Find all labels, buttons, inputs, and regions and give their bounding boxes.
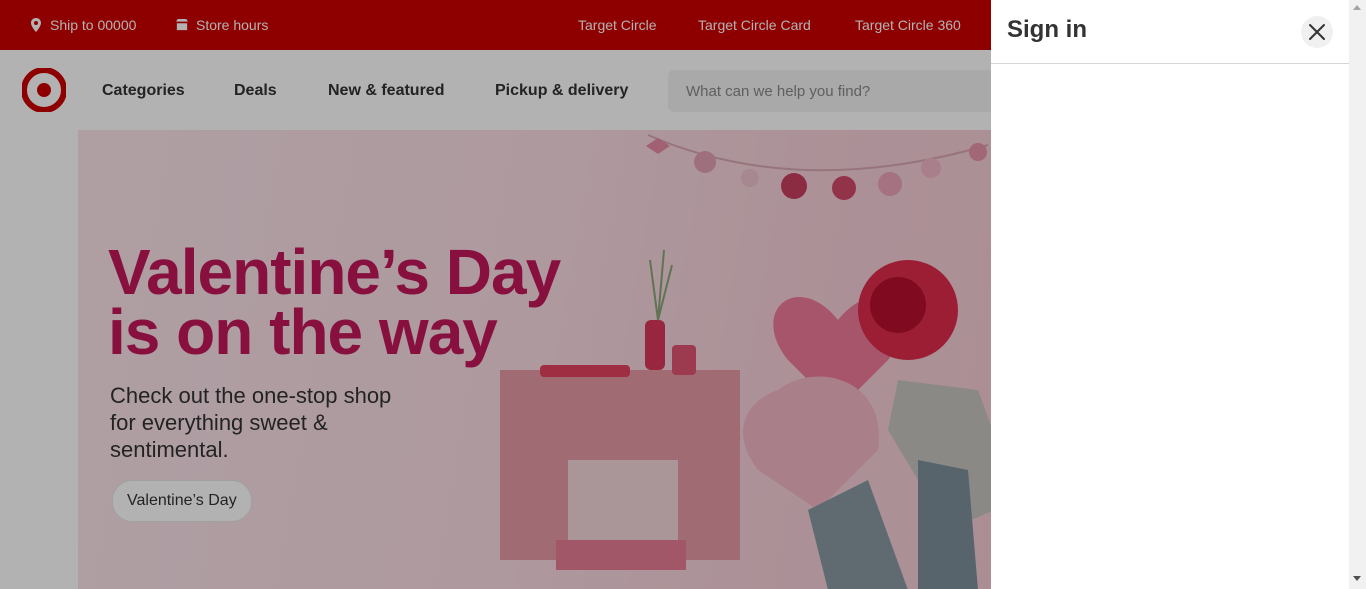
vertical-scrollbar[interactable] [1349, 0, 1366, 589]
sign-in-title: Sign in [1007, 16, 1087, 43]
scroll-down-arrow-icon[interactable] [1353, 576, 1361, 581]
close-icon [1309, 24, 1325, 40]
sign-in-header: Sign in [991, 0, 1349, 64]
scroll-thumb[interactable] [1352, 17, 1363, 567]
close-button[interactable] [1301, 16, 1333, 48]
modal-backdrop[interactable] [0, 0, 991, 589]
scroll-up-arrow-icon[interactable] [1353, 5, 1361, 10]
sign-in-panel: Sign in [991, 0, 1349, 589]
